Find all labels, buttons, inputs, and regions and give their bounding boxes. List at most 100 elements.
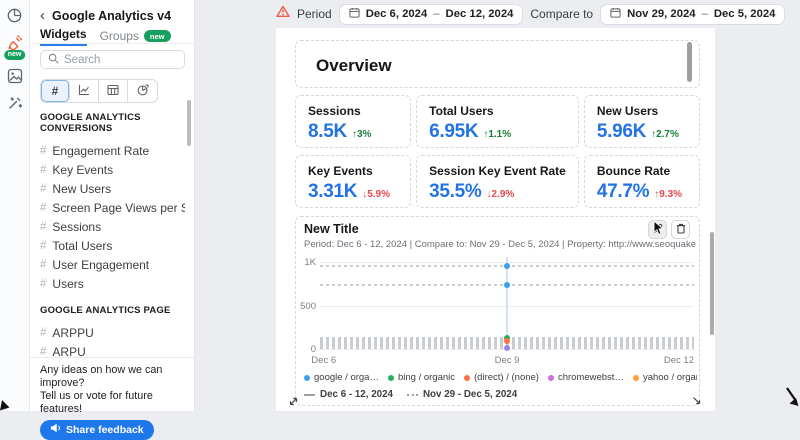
sidebar-item-screen-page-views-per-session[interactable]: #Screen Page Views per Session <box>40 198 185 217</box>
legend-label: (direct) / (none) <box>474 372 539 383</box>
canvas-scrollbar[interactable] <box>710 232 714 335</box>
kpi-card-sessions[interactable]: Sessions 8.5K↑3% <box>295 95 411 148</box>
widget-type-pie-chart[interactable] <box>128 80 157 102</box>
kpi-label: Sessions <box>308 104 398 118</box>
sidebar-item-user-engagement[interactable]: # User Engagement <box>40 255 185 274</box>
hash-icon: # <box>40 221 46 233</box>
hover-point <box>504 338 510 344</box>
delete-widget-button[interactable] <box>671 220 690 239</box>
kpi-delta: ↑1.1% <box>483 129 511 140</box>
kpi-value-row: 5.96K ↑2.7% <box>597 121 687 143</box>
overview-widget[interactable]: Overview <box>295 40 700 88</box>
tab-groups[interactable]: Groups new <box>100 29 171 43</box>
legend-item-google-orga[interactable]: google / orga… <box>304 372 379 383</box>
kpi-card-total-users[interactable]: Total Users6.95K↑1.1% <box>416 95 579 148</box>
feedback-box: Any ideas on how we can improve? Tell us… <box>30 357 194 411</box>
y-axis-label: 1K <box>300 257 316 268</box>
widget-type-number[interactable]: # <box>41 80 70 102</box>
sidebar-section-header: GOOGLE ANALYTICS CONVERSIONS <box>40 112 185 134</box>
sidebar-item-engagement-rate[interactable]: #Engagement Rate <box>40 141 185 160</box>
hash-icon: # <box>40 327 46 339</box>
kpi-value: 5.96K <box>597 121 646 143</box>
legend-item-chromewebst[interactable]: chromewebst… <box>548 372 624 383</box>
period-toolbar: Period Dec 6, 2024 – Dec 12, 2024 Compar… <box>276 0 785 28</box>
sidebar-item-new-users[interactable]: # New Users <box>40 179 185 198</box>
period-date-range-input[interactable]: Dec 6, 2024 – Dec 12, 2024 <box>339 4 524 25</box>
chart-plot-area: Dec 6Dec 9Dec 12 1K5000 <box>300 254 697 378</box>
search-input[interactable] <box>64 54 177 66</box>
y-axis-label: 0 <box>300 344 316 355</box>
kpi-value-row: 8.5K↑3% <box>308 121 398 143</box>
table-icon <box>107 84 119 99</box>
widget-type-switcher: # <box>40 79 158 103</box>
sidebar-header: ‹ Google Analytics v4 <box>40 9 171 23</box>
hash-icon: # <box>40 145 46 157</box>
sidebar-item-total-users[interactable]: # Total Users <box>40 236 185 255</box>
back-chevron-icon[interactable]: ‹ <box>40 10 45 22</box>
sidebar-item-sessions[interactable]: #Sessions <box>40 217 185 236</box>
page-resize-arrow-bottom-left <box>0 396 10 416</box>
widget-type-table[interactable] <box>99 80 128 102</box>
current-period-legend: Dec 6 - 12, 2024 <box>304 389 393 400</box>
hash-icon: # <box>40 183 46 195</box>
sidebar-item-arppu[interactable]: #ARPPU <box>40 323 185 342</box>
edit-widget-button[interactable] <box>648 220 667 239</box>
plugin-icon[interactable] <box>6 33 24 51</box>
legend-item-bing-organic[interactable]: bing / organic <box>388 372 455 383</box>
hash-icon: # <box>52 84 59 98</box>
dashed-line-swatch <box>407 394 418 396</box>
x-axis-label: Dec 6 <box>311 355 336 366</box>
x-axis-label: Dec 9 <box>495 355 520 366</box>
app-root: { "colors": { "accent_blue": "#2273e3", … <box>0 0 800 411</box>
legend-label: chromewebst… <box>558 372 624 383</box>
legend-item-direct-none[interactable]: (direct) / (none) <box>464 372 539 383</box>
hover-point <box>504 345 510 351</box>
feedback-text-line2: Tell us or vote for future features! <box>40 390 184 416</box>
sidebar-scrollbar[interactable] <box>187 100 191 146</box>
sidebar-section-header: GOOGLE ANALYTICS PAGE <box>40 305 185 316</box>
legend-label: google / orga… <box>314 372 379 383</box>
rail-new-badge: new <box>4 50 26 60</box>
sidebar-item-label: Key Events <box>52 163 113 177</box>
search-icon <box>48 51 59 69</box>
sidebar-item-label: Total Users <box>52 239 112 253</box>
overview-scrollbar[interactable] <box>687 42 692 82</box>
widget-resize-handle-bottom-right[interactable] <box>691 393 702 411</box>
kpi-card-new-users[interactable]: New Users5.96K↑2.7% <box>584 95 700 148</box>
widget-resize-handle-bottom-left[interactable] <box>288 394 299 412</box>
kpi-card-bounce-rate[interactable]: Bounce Rate47.7%↑9.3% <box>584 155 700 208</box>
image-icon[interactable] <box>6 67 24 85</box>
warning-icon <box>276 5 290 23</box>
chart-widget[interactable]: New Title Period: Dec 6 - 12, 2024 | Com… <box>295 216 700 406</box>
sidebar-item-arpu[interactable]: # ARPU <box>40 342 185 357</box>
search-box[interactable] <box>40 50 185 69</box>
kpi-value: 3.31K <box>308 181 357 203</box>
hash-icon: # <box>40 346 46 358</box>
sidebar-item-users[interactable]: #Users <box>40 274 185 293</box>
sidebar-item-label: Screen Page Views per Session <box>52 201 185 215</box>
kpi-value-row: 6.95K↑1.1% <box>429 121 566 143</box>
kpi-card-key-events[interactable]: Key Events3.31K↓5.9% <box>295 155 411 208</box>
sidebar-item-label: New Users <box>52 182 111 196</box>
sidebar-item-label: ARPU <box>52 345 85 358</box>
hash-icon: # <box>40 259 46 271</box>
compare-to-label: Compare to <box>530 7 593 21</box>
kpi-card-session-key-event-rate[interactable]: Session Key Event Rate35.5%↓2.9% <box>416 155 579 208</box>
hash-icon: # <box>40 240 46 252</box>
share-feedback-button[interactable]: Share feedback <box>40 420 154 440</box>
widget-type-line-chart[interactable] <box>70 80 99 102</box>
legend-label: bing / organic <box>398 372 455 383</box>
y-axis-label: 500 <box>300 301 316 312</box>
pie-chart-icon[interactable] <box>6 6 24 24</box>
kpi-value: 8.5K <box>308 121 347 143</box>
kpi-delta: ↑2.7% <box>651 129 679 140</box>
kpi-value: 35.5% <box>429 181 481 203</box>
widget-list: GOOGLE ANALYTICS CONVERSIONS #Engagement … <box>40 108 185 357</box>
compare-date-range-input[interactable]: Nov 29, 2024 – Dec 5, 2024 <box>600 4 785 25</box>
magic-wand-icon[interactable] <box>6 94 24 112</box>
sidebar-item-key-events[interactable]: #Key Events <box>40 160 185 179</box>
kpi-delta: ↓2.9% <box>487 189 515 200</box>
legend-dot <box>388 375 394 381</box>
legend-item-yahoo-organic[interactable]: yahoo / organic <box>633 372 697 383</box>
sidebar-item-label: User Engagement <box>52 258 149 272</box>
